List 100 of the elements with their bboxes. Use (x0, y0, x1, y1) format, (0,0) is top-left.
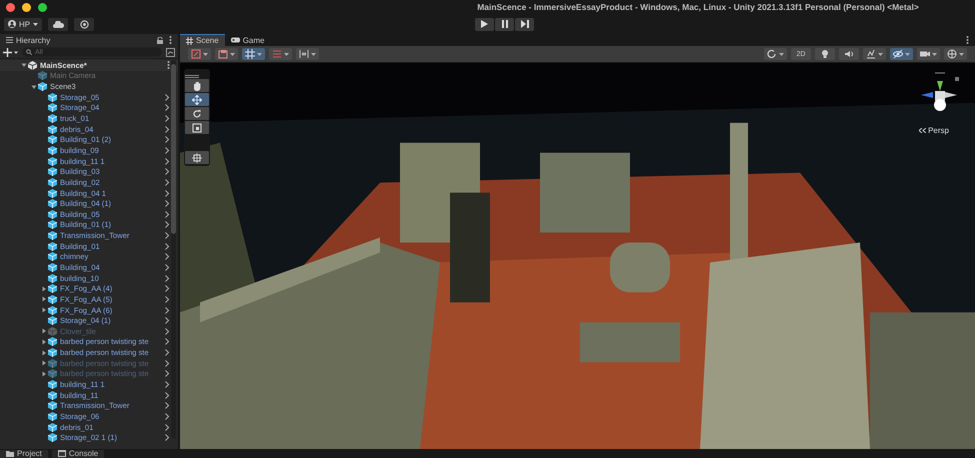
cube-icon (48, 156, 57, 166)
cube-icon (48, 135, 57, 144)
account-button[interactable]: HP (4, 18, 42, 30)
camera-button[interactable] (917, 48, 940, 60)
pause-icon (502, 20, 508, 28)
cube-icon (48, 124, 57, 134)
effects-button[interactable] (863, 48, 886, 60)
step-button[interactable] (515, 18, 534, 30)
caret-icon (959, 52, 964, 56)
cube-icon (48, 220, 57, 230)
play-button[interactable] (475, 18, 494, 30)
search-icon (26, 49, 32, 55)
render-mode-button[interactable] (215, 48, 238, 60)
cube-icon (48, 422, 57, 432)
caret-icon (878, 52, 883, 56)
cube-icon (48, 348, 57, 358)
cube-icon (48, 92, 57, 102)
cube-icon (48, 433, 57, 442)
increment-snap-icon (272, 49, 282, 59)
eye-slash-button[interactable] (890, 48, 913, 60)
drag-handle-icon[interactable] (185, 75, 199, 78)
grid-button[interactable] (242, 48, 265, 60)
minimize-button[interactable] (22, 2, 31, 12)
hand-tool-icon (192, 80, 202, 90)
transform-tool-icon (192, 152, 202, 162)
lock-icon[interactable] (157, 36, 163, 44)
scene-view-tab[interactable]: Scene (180, 34, 225, 46)
effects-icon (866, 49, 876, 59)
caret-icon (779, 52, 784, 56)
cube-icon (48, 262, 57, 272)
cube-icon (48, 199, 57, 208)
caret-icon (905, 52, 910, 56)
orientation-button[interactable] (764, 48, 787, 60)
cube-icon (48, 401, 57, 410)
cube-icon (48, 188, 57, 198)
caret-icon (230, 52, 235, 56)
cube-icon (48, 326, 57, 336)
audio-icon (844, 49, 854, 59)
move-tool-icon (192, 94, 202, 104)
caret-icon (257, 52, 262, 56)
globe-icon (947, 49, 957, 59)
cube-icon (48, 306, 57, 315)
caret-icon (33, 22, 38, 26)
cube-icon (48, 114, 57, 124)
projection-toggle[interactable]: Persp (919, 126, 949, 135)
audio-button[interactable] (839, 48, 859, 60)
shading-mode-button[interactable] (188, 48, 211, 60)
cube-icon (48, 316, 57, 326)
scrollbar[interactable] (171, 60, 176, 439)
pause-button[interactable] (495, 18, 514, 30)
menu-icon (6, 37, 13, 43)
plus-icon (3, 48, 18, 56)
hand-tool-button[interactable] (185, 79, 209, 92)
cube-icon (48, 390, 57, 400)
render-mode-icon (218, 49, 228, 59)
gamepad-icon (230, 36, 240, 44)
camera-icon (920, 49, 930, 59)
move-tool-button[interactable] (185, 93, 209, 106)
cube-icon (48, 358, 57, 368)
chevrons-icon (919, 128, 926, 133)
cube-icon (48, 231, 57, 240)
panel-tab[interactable]: Project (0, 450, 48, 458)
light-bulb-button[interactable] (815, 48, 835, 60)
rotate-tool-button[interactable] (185, 107, 209, 120)
cube-icon (48, 274, 57, 283)
window-title: MainScence - ImmersiveEssayProduct - Windows, Mac, Linux - Unity 2021.3.13f1 Personal (Personal) <Metal> (476, 2, 920, 12)
expanded-arrow-icon[interactable] (30, 82, 38, 91)
snap-icon (299, 49, 309, 59)
orientation-icon (767, 49, 777, 59)
cube-icon (48, 412, 57, 421)
scale-tool-icon (192, 122, 202, 132)
close-button[interactable] (6, 2, 15, 12)
caret-icon (203, 52, 208, 56)
more-icon[interactable] (966, 36, 969, 44)
cube-icon (48, 146, 57, 155)
cloud-button[interactable] (48, 18, 68, 30)
cube-icon (28, 60, 37, 70)
add-button[interactable] (3, 47, 18, 57)
caret-icon (311, 52, 316, 56)
settings-button[interactable] (74, 18, 94, 30)
cube-icon (48, 284, 57, 294)
snap-button[interactable] (296, 48, 319, 60)
cube-icon (48, 252, 57, 262)
eye-slash-icon (893, 49, 903, 59)
scene-view-tab[interactable]: Game (224, 34, 270, 46)
user-icon (8, 20, 16, 28)
expanded-arrow-icon[interactable] (20, 61, 28, 70)
scale-tool-button[interactable] (185, 121, 209, 134)
more-icon[interactable] (169, 36, 172, 44)
globe-button[interactable] (944, 48, 967, 60)
transform-tool-button[interactable] (185, 151, 209, 164)
panel-tab[interactable]: Console (52, 450, 104, 458)
rotate-tool-icon (192, 108, 202, 118)
cube-icon (48, 337, 57, 346)
step-icon (520, 20, 529, 28)
zoom-button[interactable] (38, 2, 47, 12)
more-icon[interactable] (167, 61, 170, 70)
cube-icon (48, 369, 57, 378)
increment-snap-button[interactable] (269, 48, 292, 60)
hierarchy-tab[interactable]: Hierarchy (0, 34, 56, 46)
